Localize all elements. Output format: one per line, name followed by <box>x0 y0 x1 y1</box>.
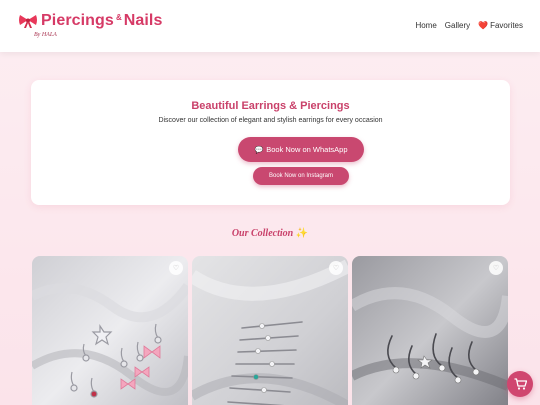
nav-favorites[interactable]: ❤️ Favorites <box>478 21 523 30</box>
logo-byline: By HALA <box>34 32 57 38</box>
hero-card: Beautiful Earrings & Piercings Discover … <box>31 80 510 205</box>
hero-subtitle: Discover our collection of elegant and s… <box>158 117 383 124</box>
product-card[interactable]: ♡ <box>32 256 188 405</box>
logo[interactable]: Piercings & Nails By HALA <box>18 12 162 38</box>
main-nav: Home Gallery ❤️ Favorites <box>415 21 523 30</box>
hero-title: Beautiful Earrings & Piercings <box>191 100 350 112</box>
heart-outline-icon[interactable]: ♡ <box>489 261 503 275</box>
bow-icon <box>19 15 37 28</box>
sparkle-icon: ✨ <box>295 228 309 239</box>
product-image <box>192 256 348 405</box>
nav-home[interactable]: Home <box>415 21 436 30</box>
logo-row: Piercings & Nails <box>18 12 162 30</box>
instagram-button[interactable]: Book Now on Instagram <box>253 167 349 185</box>
collection-title-text: Our Collection <box>231 228 294 239</box>
logo-amp: & <box>115 12 122 22</box>
heart-icon: ❤️ <box>478 21 489 30</box>
whatsapp-button-label: Book Now on WhatsApp <box>266 145 348 154</box>
site-header: Piercings & Nails By HALA Home Gallery ❤… <box>0 0 540 52</box>
logo-main-text: Piercings <box>41 12 114 29</box>
product-card[interactable]: ♡ <box>352 256 508 405</box>
cart-icon <box>514 378 527 390</box>
nav-favorites-label: Favorites <box>490 21 523 30</box>
heart-outline-icon[interactable]: ♡ <box>169 261 183 275</box>
heart-outline-icon[interactable]: ♡ <box>329 261 343 275</box>
product-image <box>352 256 508 405</box>
logo-second-text: Nails <box>123 12 163 29</box>
chat-icon: 💬 <box>254 146 264 154</box>
product-card[interactable]: ♡ <box>192 256 348 405</box>
collection-title: Our Collection ✨ <box>0 228 540 239</box>
nav-gallery[interactable]: Gallery <box>445 21 470 30</box>
instagram-button-label: Book Now on Instagram <box>268 173 334 179</box>
product-image <box>32 256 188 405</box>
whatsapp-button[interactable]: 💬 Book Now on WhatsApp <box>238 137 364 162</box>
cart-button[interactable] <box>507 371 533 397</box>
